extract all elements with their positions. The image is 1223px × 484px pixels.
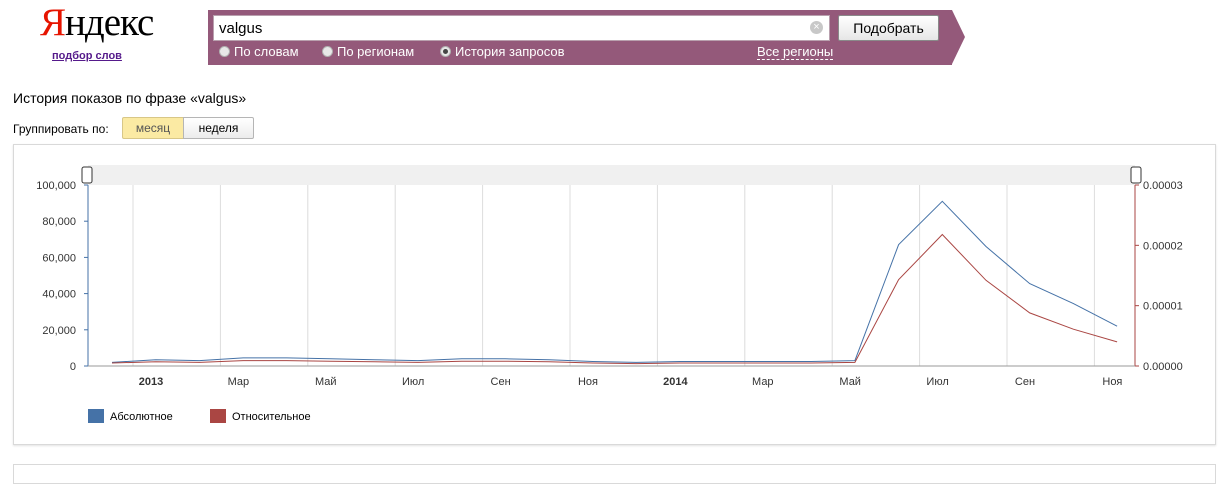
legend-swatch-absolute (88, 409, 104, 423)
y-tick-label-right: 0.00000 (1143, 361, 1183, 373)
y-tick-label-right: 0.00002 (1143, 240, 1183, 252)
range-handle-left (81, 166, 93, 184)
series-line-relative (111, 233, 1118, 365)
x-tick-label: Мар (228, 376, 250, 388)
series-line-absolute (111, 200, 1118, 363)
x-tick-label: Сен (1015, 376, 1035, 388)
x-tick-label: 2013 (139, 376, 163, 388)
y-tick-label-left: 0 (70, 361, 76, 373)
navigator-strip (88, 165, 1135, 185)
x-tick-label: Сен (491, 376, 511, 388)
y-tick-label-left: 100,000 (36, 180, 76, 192)
y-tick-label-right: 0.00001 (1143, 301, 1183, 313)
x-tick-label: 2014 (663, 376, 688, 388)
history-chart: 2013 Мар Май Июл Сен Ноя 2014 Мар Май Июл Сен Ноя 0 2… (36, 165, 1183, 388)
y-tick-label-right: 0.00003 (1143, 180, 1183, 192)
results-panel (13, 464, 1216, 484)
range-handle-right (1130, 166, 1142, 184)
legend-absolute[interactable]: Абсолютное (88, 409, 173, 424)
y-tick-label-left: 60,000 (42, 252, 76, 264)
y-tick-label-left: 80,000 (42, 216, 76, 228)
y-tick-label-left: 20,000 (42, 325, 76, 337)
x-tick-label: Май (839, 376, 861, 388)
x-tick-label: Ноя (578, 376, 598, 388)
x-tick-label: Июл (926, 376, 948, 388)
legend-swatch-relative (210, 409, 226, 423)
x-tick-label: Май (315, 376, 337, 388)
x-tick-label: Мар (752, 376, 774, 388)
x-tick-label: Ноя (1102, 376, 1122, 388)
legend-relative[interactable]: Относительное (210, 409, 311, 424)
x-tick-label: Июл (402, 376, 424, 388)
y-tick-label-left: 40,000 (42, 289, 76, 301)
